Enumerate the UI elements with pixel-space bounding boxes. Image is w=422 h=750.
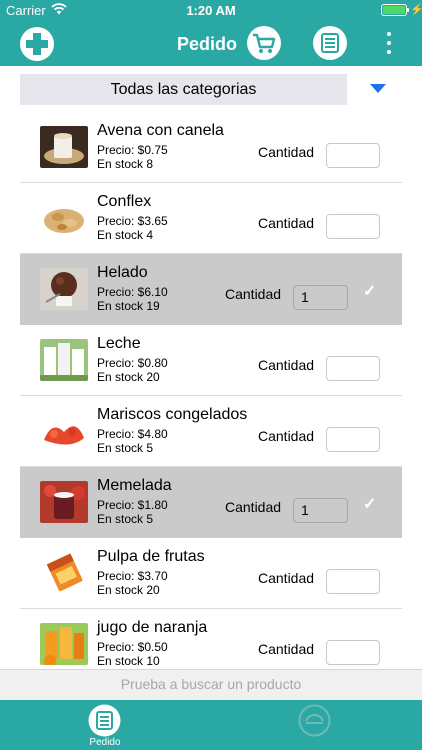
product-stock: En stock 5 [97,512,154,526]
product-stock: En stock 4 [97,228,154,242]
product-row[interactable]: Leche Precio: $0.80 En stock 20 Cantidad [20,325,402,396]
quantity-input[interactable] [326,427,380,452]
product-row[interactable]: Helado Precio: $6.10 En stock 19 Cantidad 1 ✓ [20,254,402,325]
page-title: Pedido [176,34,237,54]
product-price: Precio: $0.50 [97,640,168,654]
product-stock: En stock 20 [97,583,160,597]
tab-label: Pedido [89,737,121,748]
quantity-input[interactable]: 1 [293,285,348,310]
cart-icon [253,33,276,53]
quantity-label: Cantidad [225,286,282,302]
product-price: Precio: $3.70 [97,569,168,583]
product-row[interactable]: Pulpa de frutas Precio: $3.70 En stock 20 C… [20,538,402,609]
product-row[interactable]: Memelada Precio: $1.80 En stock 5 Cantidad 1… [20,467,402,538]
quantity-input[interactable] [326,356,380,381]
quantity-input[interactable] [326,640,380,665]
quantity-input[interactable] [326,214,380,239]
search-input[interactable]: Prueba a buscar un producto [0,676,422,692]
battery-icon [381,4,407,16]
search-bar: Prueba a buscar un producto [0,669,422,700]
product-thumbnail [40,552,88,594]
checkmark-icon: ✓ [363,496,377,513]
order-list-button[interactable] [313,26,347,60]
product-stock: En stock 5 [97,441,154,455]
product-name: jugo de naranja [97,619,208,636]
cart-button[interactable] [247,26,281,60]
product-name: Mariscos congelados [97,406,248,423]
quantity-input[interactable] [326,143,380,168]
quantity-label: Cantidad [258,570,315,586]
product-name: Conflex [97,193,152,210]
product-name: Avena con canela [97,122,224,139]
status-bar: Carrier 1:20 AM ⚡ [0,0,422,20]
product-thumbnail [40,481,88,523]
product-thumbnail [40,197,88,239]
quantity-input[interactable] [326,569,380,594]
quantity-label: Cantidad [258,357,315,373]
tab-history[interactable] [245,700,385,750]
product-price: Precio: $4.80 [97,427,168,441]
product-thumbnail [40,126,88,168]
more-vertical-icon [387,32,391,36]
category-dropdown[interactable]: Todas las categorias [20,74,347,105]
add-button[interactable] [20,27,54,61]
list-icon [321,33,339,53]
quantity-label: Cantidad [225,499,282,515]
more-options-button[interactable] [380,30,398,56]
status-time: 1:20 AM [186,3,236,18]
product-row[interactable]: Conflex Precio: $3.65 En stock 4 Cantidad [20,183,402,254]
product-row[interactable]: Mariscos congelados Precio: $4.80 En stock… [20,396,402,467]
quantity-label: Cantidad [258,428,315,444]
product-stock: En stock 8 [97,157,154,171]
product-name: Helado [97,264,148,281]
product-thumbnail [40,268,88,310]
tab-pedido[interactable]: Pedido [35,700,175,750]
product-name: Pulpa de frutas [97,548,205,565]
product-row[interactable]: jugo de naranja Precio: $0.50 En stock 10 C… [20,609,402,668]
header: Carrier 1:20 AM ⚡ Pedido [0,0,422,66]
history-icon [298,704,331,737]
list-icon [88,704,121,737]
product-thumbnail [40,410,88,452]
product-stock: En stock 19 [97,299,160,313]
product-stock: En stock 10 [97,654,160,668]
battery-tip [407,8,409,12]
quantity-label: Cantidad [258,144,315,160]
chevron-down-icon[interactable] [370,84,386,93]
product-stock: En stock 20 [97,370,160,384]
product-row[interactable]: Avena con canela Precio: $0.75 En stock 8 C… [20,112,402,183]
product-name: Memelada [97,477,172,494]
product-price: Precio: $6.10 [97,285,168,299]
product-name: Leche [97,335,141,352]
product-price: Precio: $0.75 [97,143,168,157]
product-price: Precio: $1.80 [97,498,168,512]
product-price: Precio: $0.80 [97,356,168,370]
tab-bar: Pedido [0,700,422,750]
checkmark-icon: ✓ [363,283,377,300]
charging-icon: ⚡ [410,4,422,16]
product-list[interactable]: Avena con canela Precio: $0.75 En stock 8 C… [20,112,402,668]
product-thumbnail [40,623,88,665]
quantity-label: Cantidad [258,641,315,657]
product-thumbnail [40,339,88,381]
product-price: Precio: $3.65 [97,214,168,228]
quantity-label: Cantidad [258,215,315,231]
quantity-input[interactable]: 1 [293,498,348,523]
